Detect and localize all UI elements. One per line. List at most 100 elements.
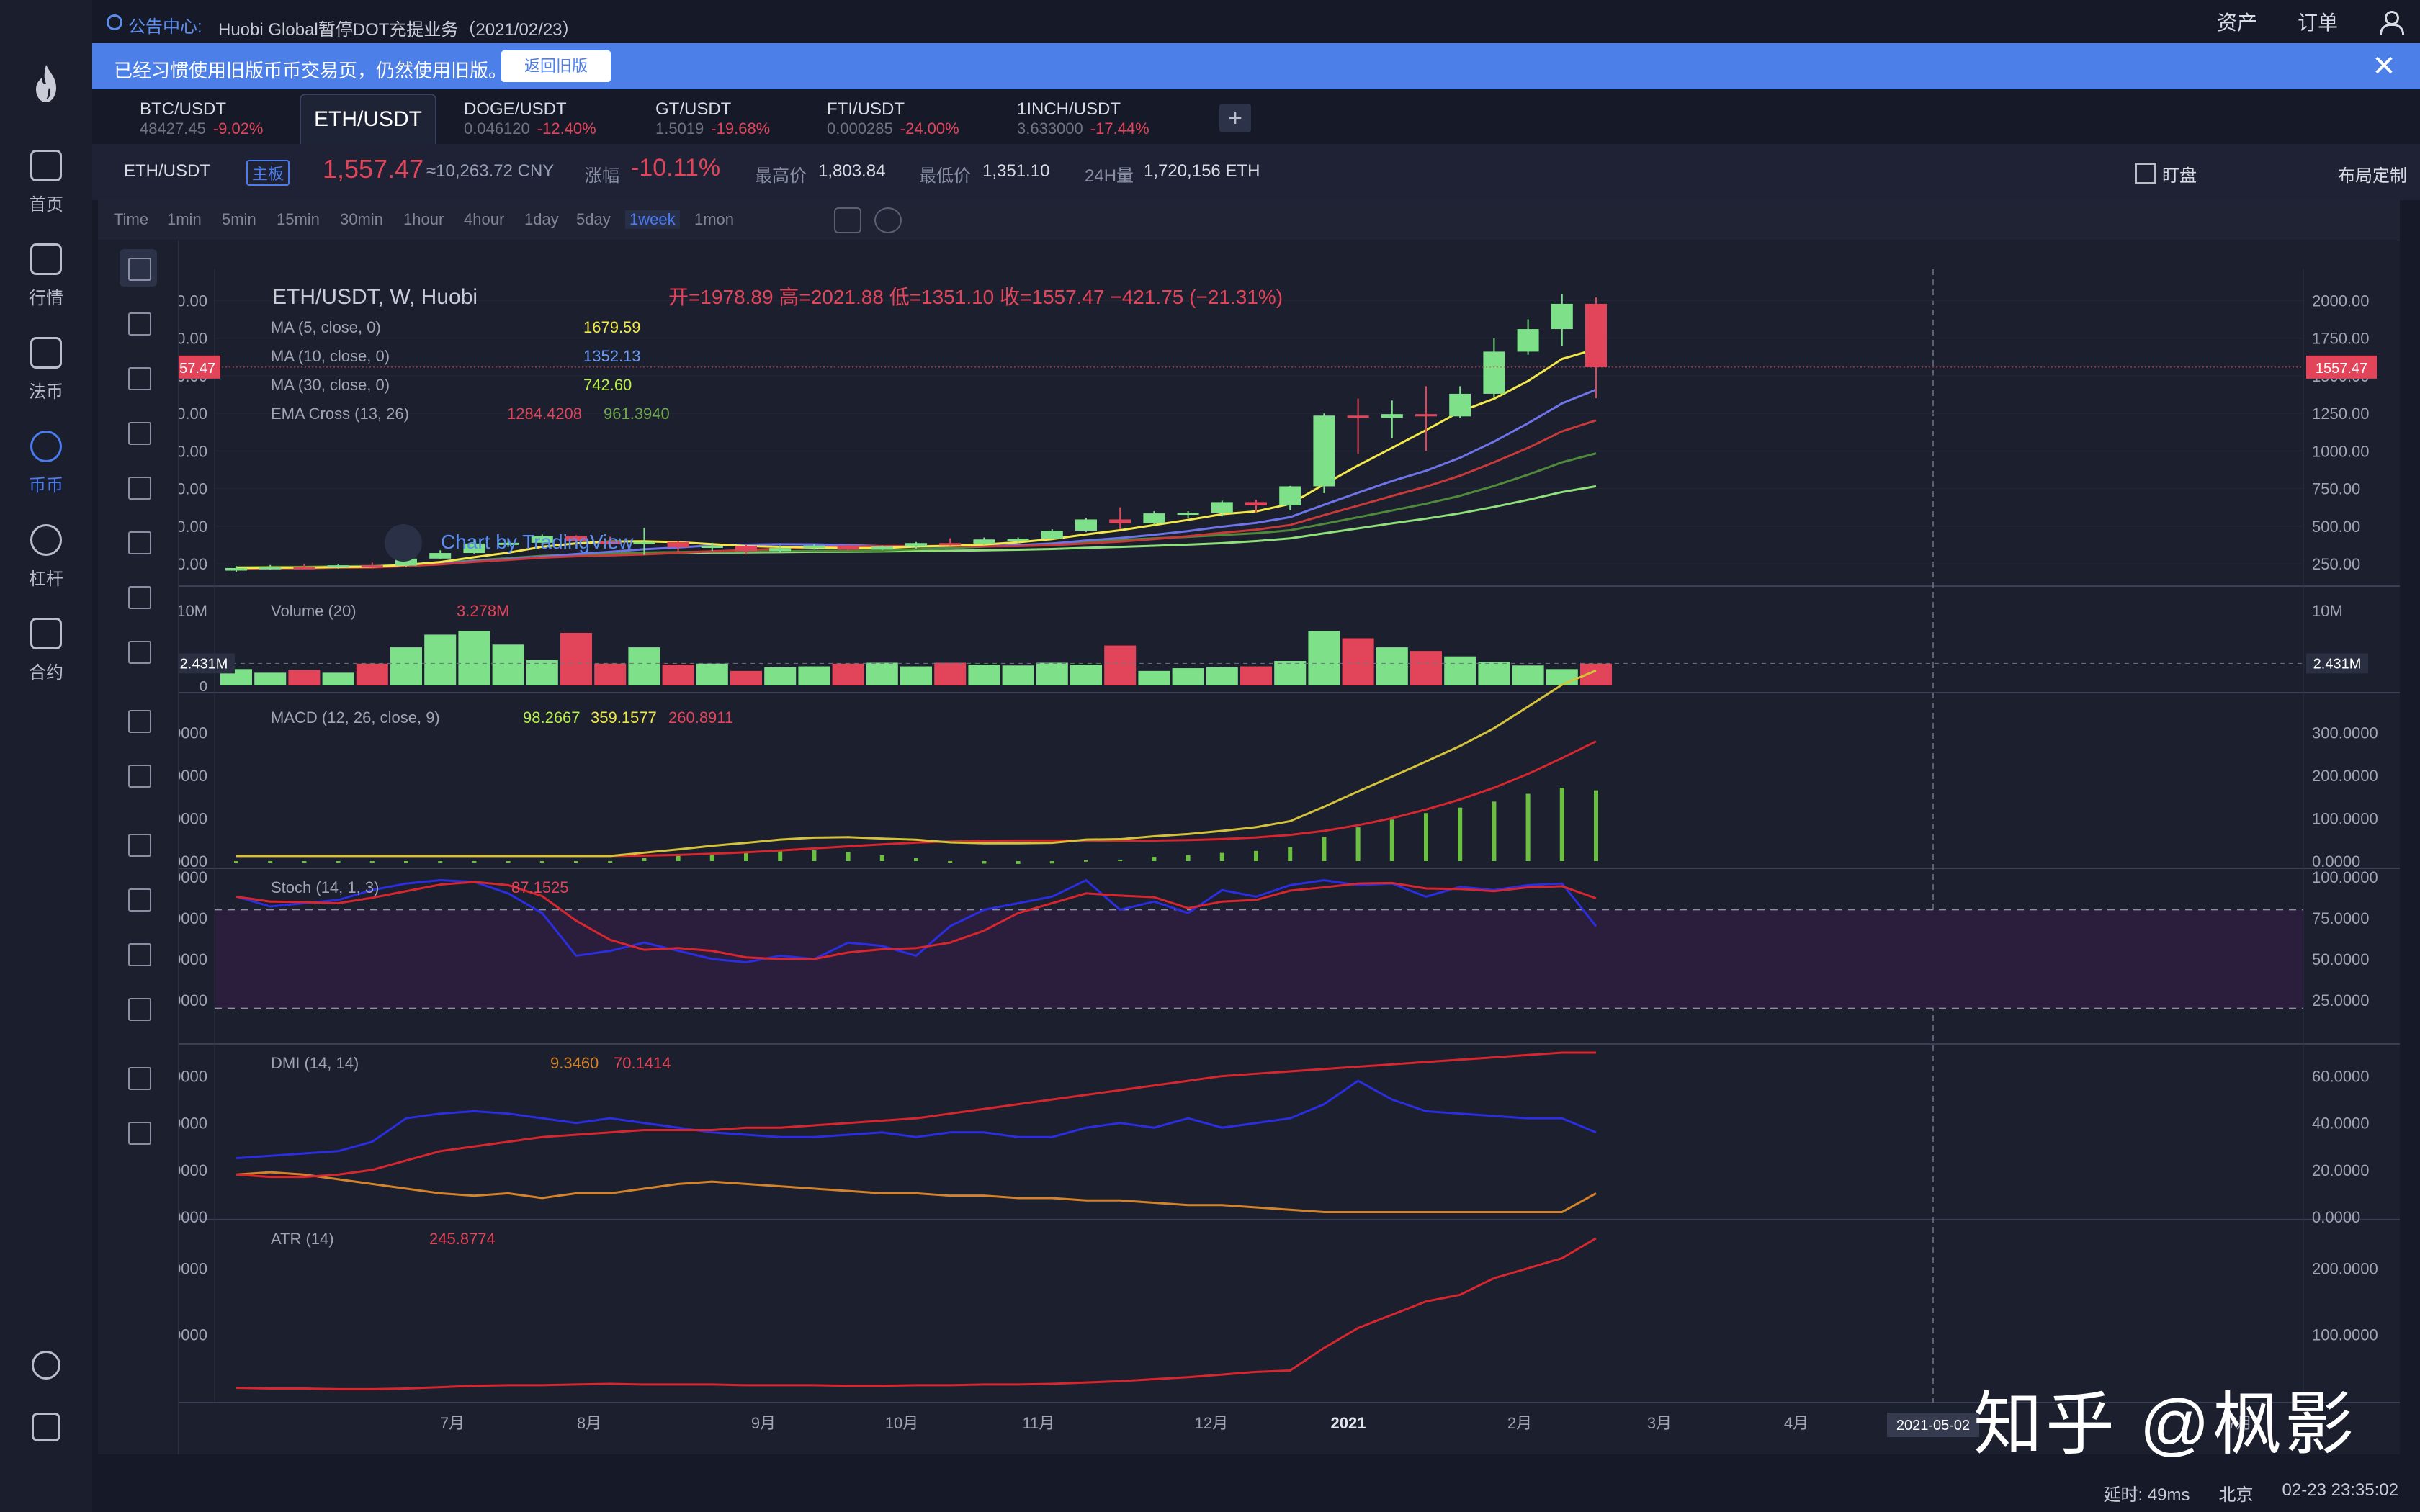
volume-bar	[254, 672, 287, 685]
nav-margin[interactable]: 杠杆	[0, 524, 92, 603]
crosshair-date-tag: 2021-05-02	[1896, 1418, 1970, 1434]
lock-draw-icon[interactable]	[120, 880, 157, 917]
crosshair-icon[interactable]	[120, 249, 157, 287]
announcement-text[interactable]: Huobi Global暂停DOT充提业务（2021/02/23）	[218, 15, 580, 40]
candle-body	[905, 543, 927, 547]
trendline-icon[interactable]	[120, 304, 157, 341]
timeframe-1min[interactable]: 1min	[167, 210, 202, 229]
eye-icon[interactable]	[120, 989, 157, 1027]
macd-histogram-bar	[1458, 807, 1463, 861]
volume-tag-right: 2.431M	[2313, 656, 2362, 672]
refresh-icon[interactable]	[32, 1351, 60, 1380]
candle-body	[1075, 519, 1097, 531]
pair-selector[interactable]: ETH/USDT	[124, 161, 210, 181]
timeframe-5day[interactable]: 5day	[576, 210, 611, 229]
layout-custom-button[interactable]: 布局定制	[2338, 161, 2407, 186]
pattern-icon[interactable]	[120, 523, 157, 560]
high-label: 最高价	[755, 166, 807, 186]
nav-spot[interactable]: 币币	[0, 431, 92, 510]
announcement-label[interactable]: 公告中心:	[128, 12, 202, 37]
timeframe-1mon[interactable]: 1mon	[694, 210, 734, 229]
macd-tick-left: 100.0000	[179, 810, 207, 828]
huobi-logo-icon[interactable]	[30, 62, 62, 105]
measure-icon[interactable]	[120, 577, 157, 615]
x-axis-tick: 2021	[1331, 1414, 1366, 1432]
volume-bar	[968, 665, 1000, 685]
dmi-tick-right: 0.0000	[2312, 1208, 2360, 1226]
atr-tick-right: 100.0000	[2312, 1326, 2378, 1344]
tab-eth-usdt[interactable]: ETH/USDT	[300, 94, 436, 144]
trash-icon[interactable]	[120, 1113, 157, 1151]
timeframe-1hour[interactable]: 1hour	[403, 210, 444, 229]
chart-settings-icon[interactable]	[874, 207, 902, 233]
nav-futures[interactable]: 合约	[0, 618, 92, 697]
text-icon[interactable]	[120, 468, 157, 505]
timeframe-Time[interactable]: Time	[114, 210, 148, 229]
tab-btc-usdt[interactable]: BTC/USDT 48427.45 -9.02%	[127, 94, 276, 144]
brush-icon[interactable]	[120, 413, 157, 451]
arrow-up-icon[interactable]	[120, 632, 157, 670]
tab-fti-usdt[interactable]: FTI/USDT 0.000285 -24.00%	[814, 94, 972, 144]
lock-icon[interactable]	[120, 935, 157, 972]
fullscreen-icon[interactable]	[2352, 207, 2380, 233]
zoom-icon[interactable]	[120, 756, 157, 793]
macd-histogram-bar	[982, 861, 987, 864]
volume-bar	[288, 670, 321, 685]
volume-bar	[1036, 662, 1068, 685]
candle-body	[837, 545, 859, 550]
stoch-band	[215, 909, 2303, 1009]
tab-doge-usdt[interactable]: DOGE/USDT 0.046120 -12.40%	[451, 94, 609, 144]
candle-body	[1585, 303, 1607, 367]
timeframe-1day[interactable]: 1day	[524, 210, 559, 229]
magnet-icon[interactable]	[120, 825, 157, 863]
chart-canvas[interactable]: 2000.002000.001750.001750.001500.001500.…	[179, 240, 2400, 1454]
volume-bar	[526, 660, 558, 685]
timeframe-4hour[interactable]: 4hour	[464, 210, 504, 229]
macd-histogram-bar	[1389, 819, 1394, 861]
ema-legend-v1: 1284.4208	[507, 405, 582, 423]
assets-link[interactable]: 资产	[2217, 7, 2257, 36]
macd-histogram-bar	[1016, 861, 1021, 864]
tab-symbol: ETH/USDT	[314, 107, 422, 131]
tab-1inch-usdt[interactable]: 1INCH/USDT 3.633000 -17.44%	[1004, 94, 1162, 144]
layers-icon[interactable]	[120, 1058, 157, 1096]
volume-bar	[1478, 662, 1510, 685]
timeframe-15min[interactable]: 15min	[277, 210, 320, 229]
indicator-icon[interactable]	[834, 207, 861, 233]
ma30-legend-label: MA (30, close, 0)	[271, 376, 390, 394]
volume-bar	[560, 632, 592, 685]
orders-link[interactable]: 订单	[2298, 7, 2338, 36]
candle-body	[701, 546, 723, 549]
price-tick-right: 1250.00	[2312, 405, 2370, 423]
timeframe-5min[interactable]: 5min	[222, 210, 256, 229]
timeframe-1week[interactable]: 1week	[625, 210, 680, 229]
tab-change: -12.40%	[537, 120, 596, 138]
pitchfork-icon[interactable]	[120, 359, 157, 396]
x-axis-tick: 2月	[1507, 1414, 1532, 1432]
add-tab-button[interactable]: +	[1219, 104, 1251, 132]
candle-body	[1007, 538, 1029, 541]
volume-bar	[900, 666, 932, 685]
timeframe-30min[interactable]: 30min	[340, 210, 383, 229]
banner-text: 已经习惯使用旧版币币交易页，仍然使用旧版。	[114, 60, 508, 81]
settings-icon[interactable]	[32, 1413, 60, 1441]
change-label: 涨幅	[585, 166, 619, 186]
candle-body	[633, 541, 655, 544]
user-icon[interactable]	[2378, 9, 2404, 35]
atr-tick-left: 100.0000	[179, 1326, 207, 1344]
nav-market[interactable]: 行情	[0, 243, 92, 323]
return-legacy-button[interactable]: 返回旧版	[501, 50, 611, 82]
watch-board-button[interactable]: 盯盘	[2135, 161, 2197, 186]
latency-indicator: 延时: 49ms	[2103, 1485, 2190, 1505]
close-icon[interactable]: ✕	[2370, 52, 2398, 81]
ruler-icon[interactable]	[120, 701, 157, 739]
volume-bar	[1376, 647, 1408, 685]
tab-gt-usdt[interactable]: GT/USDT 1.5019 -19.68%	[642, 94, 783, 144]
nav-fiat[interactable]: 法币	[0, 337, 92, 416]
macd-histogram-bar	[1492, 801, 1497, 861]
nav-home[interactable]: 首页	[0, 150, 92, 229]
low-value: 1,351.10	[982, 161, 1050, 181]
macd-histogram-bar	[1219, 852, 1224, 861]
candle-body	[1449, 393, 1471, 417]
candle-body	[667, 541, 689, 548]
